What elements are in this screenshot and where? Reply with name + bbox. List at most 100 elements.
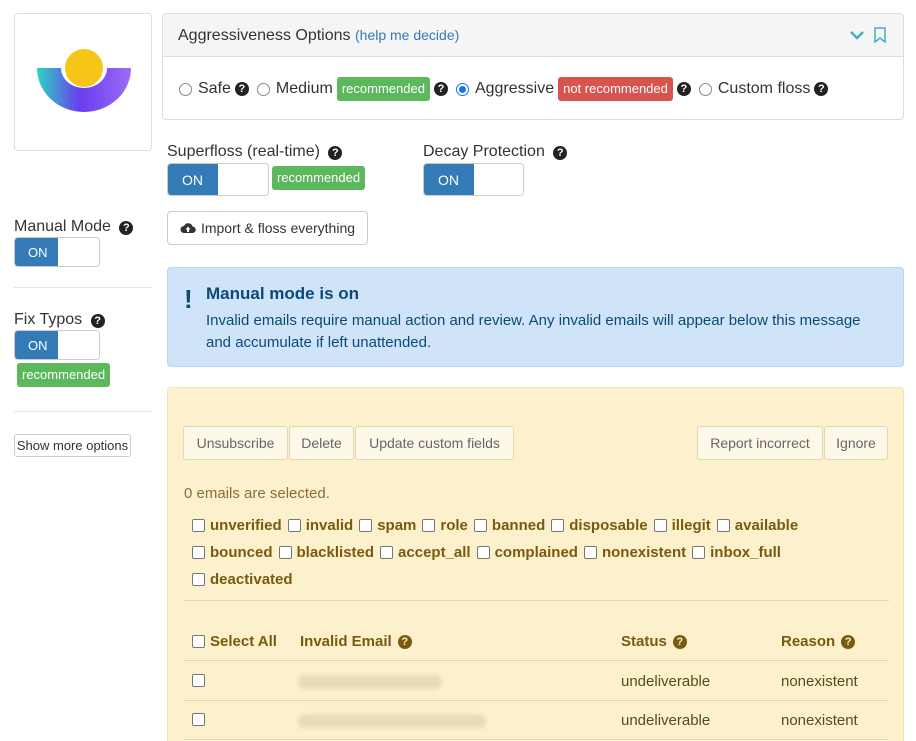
- filter-bounced[interactable]: bounced: [192, 544, 273, 561]
- help-icon[interactable]: ?: [841, 634, 856, 649]
- row-reason: nonexistent: [781, 673, 858, 690]
- aggressiveness-header: Aggressiveness Options (help me decide): [163, 14, 903, 57]
- redacted-email: [298, 675, 442, 689]
- filter-nonexistent[interactable]: nonexistent: [583, 544, 686, 561]
- filter-label: banned: [491, 517, 546, 534]
- select-all[interactable]: Select All: [192, 633, 277, 650]
- help-icon[interactable]: ?: [90, 314, 105, 328]
- decay-protection-toggle[interactable]: ON: [423, 163, 524, 196]
- row-checkbox[interactable]: [192, 674, 205, 687]
- manual-mode-label-text: Manual Mode: [14, 218, 111, 235]
- fix-typos-toggle[interactable]: ON: [14, 330, 100, 360]
- help-icon[interactable]: ?: [553, 146, 568, 160]
- select-all-label: Select All: [210, 633, 277, 650]
- chevron-down-icon[interactable]: [850, 31, 864, 40]
- help-icon[interactable]: ?: [672, 634, 687, 649]
- help-icon[interactable]: ?: [676, 82, 691, 96]
- filter-inbox-full[interactable]: inbox_full: [692, 544, 781, 561]
- sidebar-divider: [14, 411, 152, 412]
- checkbox[interactable]: [192, 573, 205, 586]
- help-icon[interactable]: ?: [397, 634, 412, 649]
- delete-button[interactable]: Delete: [289, 426, 354, 460]
- row-divider: [184, 739, 889, 740]
- cloud-upload-icon: [180, 223, 196, 233]
- checkbox[interactable]: [583, 546, 597, 559]
- radio-custom-floss[interactable]: [698, 82, 712, 96]
- update-custom-fields-button[interactable]: Update custom fields: [355, 426, 514, 460]
- checkbox[interactable]: [692, 546, 706, 559]
- radio-aggressive[interactable]: [455, 82, 469, 96]
- aggressiveness-title: Aggressiveness Options (help me decide): [178, 27, 459, 45]
- radio-medium[interactable]: [256, 82, 270, 96]
- sidebar-divider: [14, 287, 152, 288]
- checkbox[interactable]: [476, 546, 490, 559]
- alert-message: Invalid emails require manual action and…: [206, 312, 861, 351]
- show-more-options-button[interactable]: Show more options: [14, 434, 131, 457]
- help-me-decide-link[interactable]: help me decide: [360, 27, 455, 43]
- superfloss-toggle[interactable]: ON: [167, 163, 269, 196]
- checkbox[interactable]: [716, 519, 730, 532]
- superfloss-label-text: Superfloss (real-time): [167, 143, 320, 160]
- row-status: undeliverable: [621, 712, 711, 729]
- help-icon[interactable]: ?: [234, 82, 249, 96]
- superfloss-recommended-badge: recommended: [272, 166, 366, 190]
- manual-mode-toggle[interactable]: ON: [14, 237, 100, 267]
- checkbox[interactable]: [473, 519, 487, 532]
- option-custom-floss-label: Custom floss: [717, 80, 811, 97]
- help-wrapper: (help me decide): [355, 27, 459, 43]
- unsubscribe-button[interactable]: Unsubscribe: [183, 426, 288, 460]
- filter-label: blacklisted: [296, 544, 375, 561]
- help-icon[interactable]: ?: [328, 146, 343, 160]
- column-status-label: Status: [621, 633, 667, 650]
- column-header-reason: Reason ?: [781, 633, 856, 650]
- filter-accept-all[interactable]: accept_all: [380, 544, 471, 561]
- select-all-checkbox[interactable]: [192, 635, 205, 648]
- row-divider: [184, 700, 889, 701]
- toggle-on-label: ON: [15, 238, 59, 266]
- logo-icon: [37, 49, 131, 112]
- checkbox[interactable]: [192, 519, 205, 532]
- checkbox[interactable]: [422, 519, 436, 532]
- checkbox[interactable]: [359, 519, 373, 532]
- filter-label: accept_all: [398, 544, 471, 561]
- option-safe-label: Safe: [198, 80, 231, 97]
- toggle-off-area: [58, 331, 99, 359]
- checkbox[interactable]: [551, 519, 565, 532]
- toggle-off-area: [474, 164, 523, 195]
- checkbox[interactable]: [653, 519, 667, 532]
- checkbox[interactable]: [287, 519, 301, 532]
- filter-unverified[interactable]: unverified: [192, 517, 282, 534]
- superfloss-label: Superfloss (real-time) ?: [167, 143, 350, 161]
- toggle-on-label: ON: [168, 164, 219, 195]
- recommended-badge: recommended: [336, 77, 430, 101]
- filter-disposable[interactable]: disposable: [551, 517, 648, 534]
- help-icon[interactable]: ?: [119, 221, 134, 235]
- manual-mode-label: Manual Mode ?: [14, 218, 141, 236]
- filter-row: unverified invalid spam role banned disp…: [192, 512, 832, 539]
- filter-role[interactable]: role: [422, 517, 468, 534]
- filter-illegit[interactable]: illegit: [653, 517, 711, 534]
- filter-invalid[interactable]: invalid: [287, 517, 353, 534]
- bookmark-icon[interactable]: [874, 27, 886, 44]
- column-header-status: Status ?: [621, 633, 687, 650]
- help-icon[interactable]: ?: [433, 82, 448, 96]
- filter-blacklisted[interactable]: blacklisted: [278, 544, 375, 561]
- filter-available[interactable]: available: [716, 517, 798, 534]
- import-floss-button[interactable]: Import & floss everything: [167, 211, 368, 245]
- filter-deactivated[interactable]: deactivated: [192, 571, 293, 588]
- checkbox[interactable]: [380, 546, 394, 559]
- aggressiveness-panel: Aggressiveness Options (help me decide) …: [162, 13, 904, 120]
- ignore-button[interactable]: Ignore: [824, 426, 888, 460]
- filter-banned[interactable]: banned: [473, 517, 546, 534]
- selected-count: 0 emails are selected.: [184, 485, 330, 502]
- report-incorrect-button[interactable]: Report incorrect: [697, 426, 823, 460]
- checkbox[interactable]: [278, 546, 292, 559]
- filter-complained[interactable]: complained: [476, 544, 578, 561]
- help-icon[interactable]: ?: [814, 82, 829, 96]
- row-checkbox[interactable]: [192, 713, 205, 726]
- toggle-off-area: [58, 238, 99, 266]
- filter-label: disposable: [569, 517, 648, 534]
- filter-spam[interactable]: spam: [359, 517, 416, 534]
- checkbox[interactable]: [192, 546, 205, 559]
- radio-safe[interactable]: [179, 82, 192, 96]
